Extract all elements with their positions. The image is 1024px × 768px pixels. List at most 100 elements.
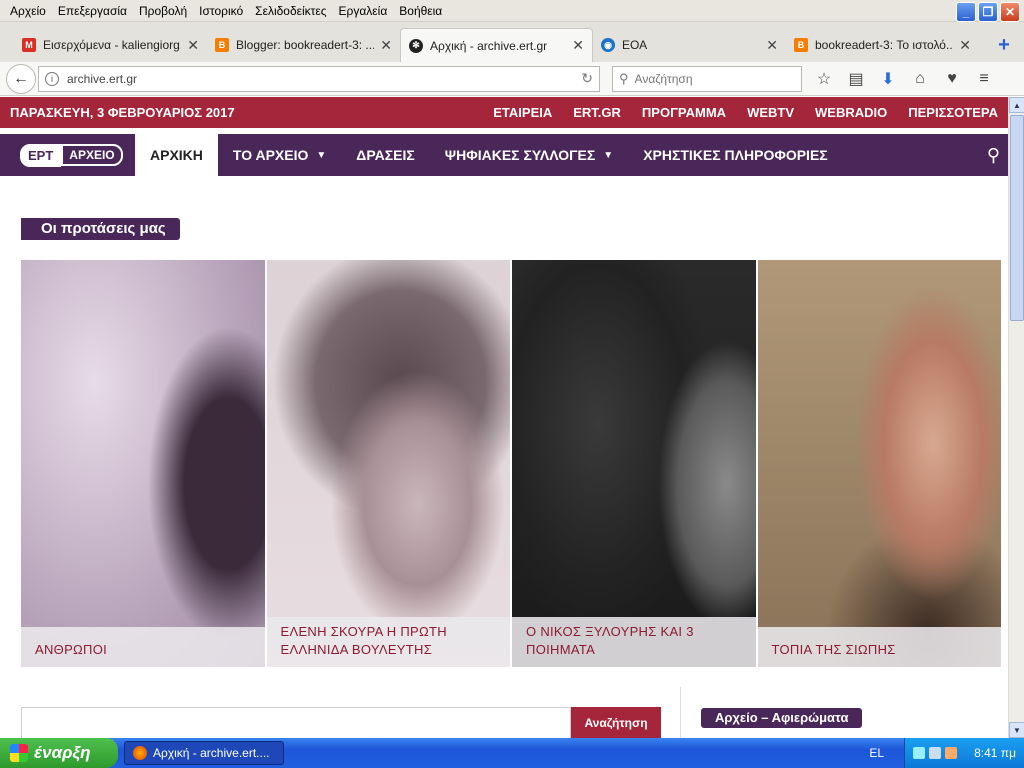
film-reel-icon: ✻ <box>409 38 423 53</box>
tab-title: Αρχική - archive.ert.gr <box>430 38 548 53</box>
nav-label: ΑΡΧΙΚΗ <box>150 147 203 163</box>
magnifier-icon: ⚲ <box>619 70 629 86</box>
ert-archive-logo[interactable]: ΕΡΤ ΑΡΧΕΙΟ <box>0 134 135 176</box>
address-bar[interactable]: i archive.ert.gr ↻ <box>38 65 600 92</box>
nav-home[interactable]: ΑΡΧΙΚΗ <box>135 134 218 176</box>
taskbar-firefox-window[interactable]: Αρχική - archive.ert.... <box>124 741 284 765</box>
language-indicator[interactable]: EL <box>869 746 884 760</box>
download-icon[interactable]: ⬇ <box>876 67 900 91</box>
pocket-icon[interactable]: ♥ <box>940 67 964 91</box>
start-button[interactable]: έναρξη <box>0 738 118 768</box>
info-icon[interactable]: i <box>45 71 59 86</box>
toolbar-icons: ☆ ▤ ⬇ ⌂ ♥ ≡ <box>812 67 996 91</box>
card-caption: ΤΟΠΙΑ ΤΗΣ ΣΙΩΠΗΣ <box>757 627 1001 667</box>
featured-card[interactable]: Ο ΝΙΚΟΣ ΞΥΛΟΥΡΗΣ ΚΑΙ 3 ΠΟΙΗΜΑΤΑ <box>512 260 756 667</box>
featured-cards: ΑΝΘΡΩΠΟΙ ΕΛΕΝΗ ΣΚΟΥΡΑ Η ΠΡΩΤΗ ΕΛΛΗΝΙΔΑ Β… <box>21 260 1001 667</box>
tab-title: bookreadert-3: Το ιστολό... <box>815 38 954 52</box>
card-caption: Ο ΝΙΚΟΣ ΞΥΛΟΥΡΗΣ ΚΑΙ 3 ΠΟΙΗΜΑΤΑ <box>512 617 756 667</box>
nav-label: ΨΗΦΙΑΚΕΣ ΣΥΛΛΟΓΕΣ <box>444 147 596 163</box>
tray-network-icon[interactable] <box>913 747 925 759</box>
tab-gmail[interactable]: M Εισερχόμενα - kaliengiorg... ✕ <box>14 28 207 62</box>
close-window-button[interactable]: ✕ <box>1000 2 1020 22</box>
top-link-ertgr[interactable]: ERT.GR <box>573 105 621 120</box>
reading-list-icon[interactable]: ▤ <box>844 67 868 91</box>
nav-useful-info[interactable]: ΧΡΗΣΤΙΚΕΣ ΠΛΗΡΟΦΟΡΙΕΣ <box>628 134 843 176</box>
menu-bookmarks[interactable]: Σελιδοδείκτες <box>249 0 332 22</box>
search-icon[interactable]: ⚲ <box>987 145 1000 166</box>
close-tab-icon[interactable]: ✕ <box>572 37 584 54</box>
tab-bookreadert[interactable]: B bookreadert-3: Το ιστολό... ✕ <box>786 28 979 62</box>
main-navigation: ΕΡΤ ΑΡΧΕΙΟ ΑΡΧΙΚΗ ΤΟ ΑΡΧΕΙΟ ▼ ΔΡΑΣΕΙΣ ΨΗ… <box>0 134 1008 176</box>
nav-actions[interactable]: ΔΡΑΣΕΙΣ <box>341 134 430 176</box>
home-icon[interactable]: ⌂ <box>908 67 932 91</box>
menu-tools[interactable]: Εργαλεία <box>333 0 394 22</box>
clock: 8:41 πμ <box>974 746 1016 760</box>
aside-section-title: Αρχείο – Αφιερώματα <box>701 708 863 728</box>
navigation-toolbar: ← i archive.ert.gr ↻ ⚲ ☆ ▤ ⬇ ⌂ ♥ ≡ <box>0 62 1024 96</box>
card-image <box>266 260 510 667</box>
top-link-webtv[interactable]: WEBTV <box>747 105 794 120</box>
back-button[interactable]: ← <box>6 63 36 94</box>
top-link-program[interactable]: ΠΡΟΓΡΑΜΜΑ <box>642 105 726 120</box>
close-tab-icon[interactable]: ✕ <box>766 37 778 54</box>
logo-archive: ΑΡΧΕΙΟ <box>61 144 123 166</box>
browser-search-box[interactable]: ⚲ <box>612 65 802 92</box>
chevron-down-icon: ▼ <box>316 149 327 161</box>
close-tab-icon[interactable]: ✕ <box>187 37 199 54</box>
firefox-icon <box>133 746 147 760</box>
menu-view[interactable]: Προβολή <box>133 0 193 22</box>
top-link-webradio[interactable]: WEBRADIO <box>815 105 887 120</box>
menu-history[interactable]: Ιστορικό <box>193 0 249 22</box>
top-link-company[interactable]: ΕΤΑΙΡΕΙΑ <box>493 105 552 120</box>
tab-blogger[interactable]: B Blogger: bookreadert-3: ... ✕ <box>207 28 400 62</box>
card-caption: ΕΛΕΝΗ ΣΚΟΥΡΑ Η ΠΡΩΤΗ ΕΛΛΗΝΙΔΑ ΒΟΥΛΕΥΤΗΣ <box>266 617 510 667</box>
tab-archive-ert[interactable]: ✻ Αρχική - archive.ert.gr ✕ <box>400 28 593 62</box>
tray-volume-icon[interactable] <box>929 747 941 759</box>
close-tab-icon[interactable]: ✕ <box>959 37 971 54</box>
menu-edit[interactable]: Επεξεργασία <box>52 0 133 22</box>
reload-icon[interactable]: ↻ <box>581 70 593 87</box>
star-icon[interactable]: ☆ <box>812 67 836 91</box>
logo-ert: ΕΡΤ <box>20 143 62 167</box>
close-tab-icon[interactable]: ✕ <box>380 37 392 54</box>
browser-search-input[interactable] <box>634 71 785 86</box>
blogger-icon: B <box>215 38 229 52</box>
top-links: ΕΤΑΙΡΕΙΑ ERT.GR ΠΡΟΓΡΑΜΜΑ WEBTV WEBRADIO… <box>493 105 998 120</box>
tray-security-icon[interactable] <box>945 747 957 759</box>
scroll-thumb[interactable] <box>1010 115 1024 321</box>
card-image <box>757 260 1001 667</box>
url-text: archive.ert.gr <box>67 71 138 86</box>
menu-bar: Αρχείο Επεξεργασία Προβολή Ιστορικό Σελι… <box>0 0 1024 22</box>
scroll-down-icon[interactable]: ▼ <box>1009 722 1024 738</box>
minimize-button[interactable]: _ <box>956 2 976 22</box>
column-divider <box>680 687 681 738</box>
menu-help[interactable]: Βοήθεια <box>393 0 448 22</box>
card-image <box>21 260 265 667</box>
archive-search-button[interactable]: Αναζήτηση <box>571 707 661 738</box>
taskbar-app-title: Αρχική - archive.ert.... <box>153 746 270 760</box>
restore-button[interactable]: ❐ <box>978 2 998 22</box>
start-label: έναρξη <box>34 743 91 762</box>
system-tray: 8:41 πμ <box>904 738 1024 768</box>
tab-title: Εισερχόμενα - kaliengiorg... <box>43 38 182 52</box>
menu-icon[interactable]: ≡ <box>972 67 996 91</box>
window-controls: _ ❐ ✕ <box>956 2 1020 22</box>
os-taskbar: έναρξη Αρχική - archive.ert.... EL 8:41 … <box>0 738 1024 768</box>
tab-bar: M Εισερχόμενα - kaliengiorg... ✕ B Blogg… <box>0 22 1024 62</box>
nav-the-archive[interactable]: ΤΟ ΑΡΧΕΙΟ ▼ <box>218 134 341 176</box>
archive-search-input[interactable] <box>21 707 571 738</box>
scroll-up-icon[interactable]: ▲ <box>1009 97 1024 113</box>
nav-digital-collections[interactable]: ΨΗΦΙΑΚΕΣ ΣΥΛΛΟΓΕΣ ▼ <box>430 134 628 176</box>
blogger-icon: B <box>794 38 808 52</box>
nav-label: ΔΡΑΣΕΙΣ <box>356 147 415 163</box>
featured-card[interactable]: ΤΟΠΙΑ ΤΗΣ ΣΙΩΠΗΣ <box>757 260 1001 667</box>
archive-search-form: Αναζήτηση <box>21 707 661 738</box>
featured-card[interactable]: ΕΛΕΝΗ ΣΚΟΥΡΑ Η ΠΡΩΤΗ ΕΛΛΗΝΙΔΑ ΒΟΥΛΕΥΤΗΣ <box>266 260 510 667</box>
page-scrollbar[interactable]: ▲ ▼ <box>1008 97 1024 738</box>
top-link-more[interactable]: ΠΕΡΙΣΣΟΤΕΡΑ <box>908 105 998 120</box>
menu-file[interactable]: Αρχείο <box>4 0 52 22</box>
current-date: ΠΑΡΑΣΚΕΥΗ, 3 ΦΕΒΡΟΥΑΡΙΟΣ 2017 <box>10 105 235 120</box>
featured-card[interactable]: ΑΝΘΡΩΠΟΙ <box>21 260 265 667</box>
tab-eoa[interactable]: ◉ ΕΟΑ ✕ <box>593 28 786 62</box>
new-tab-button[interactable]: + <box>989 28 1019 62</box>
